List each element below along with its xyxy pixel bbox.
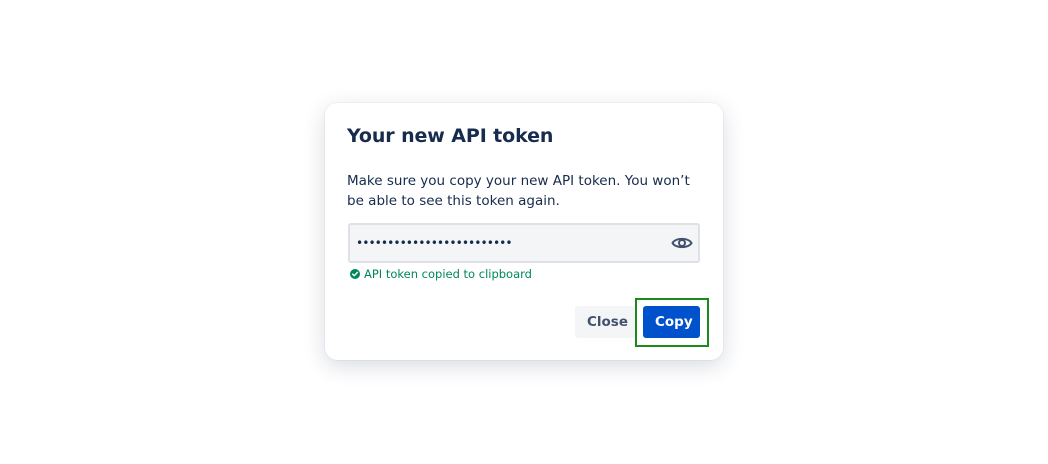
check-circle-icon [350,269,360,279]
dialog-description: Make sure you copy your new API token. Y… [347,173,690,209]
success-text: API token copied to clipboard [364,267,532,281]
api-token-dialog: Your new API token Make sure you copy yo… [325,103,723,360]
show-token-button[interactable] [670,231,694,255]
eye-icon [671,237,693,249]
api-token-input[interactable] [350,225,666,261]
close-button[interactable]: Close [575,306,635,338]
api-token-field [348,223,700,263]
dialog-title: Your new API token [347,125,554,147]
copy-success-message: API token copied to clipboard [350,267,532,281]
copy-button[interactable]: Copy [643,306,700,338]
